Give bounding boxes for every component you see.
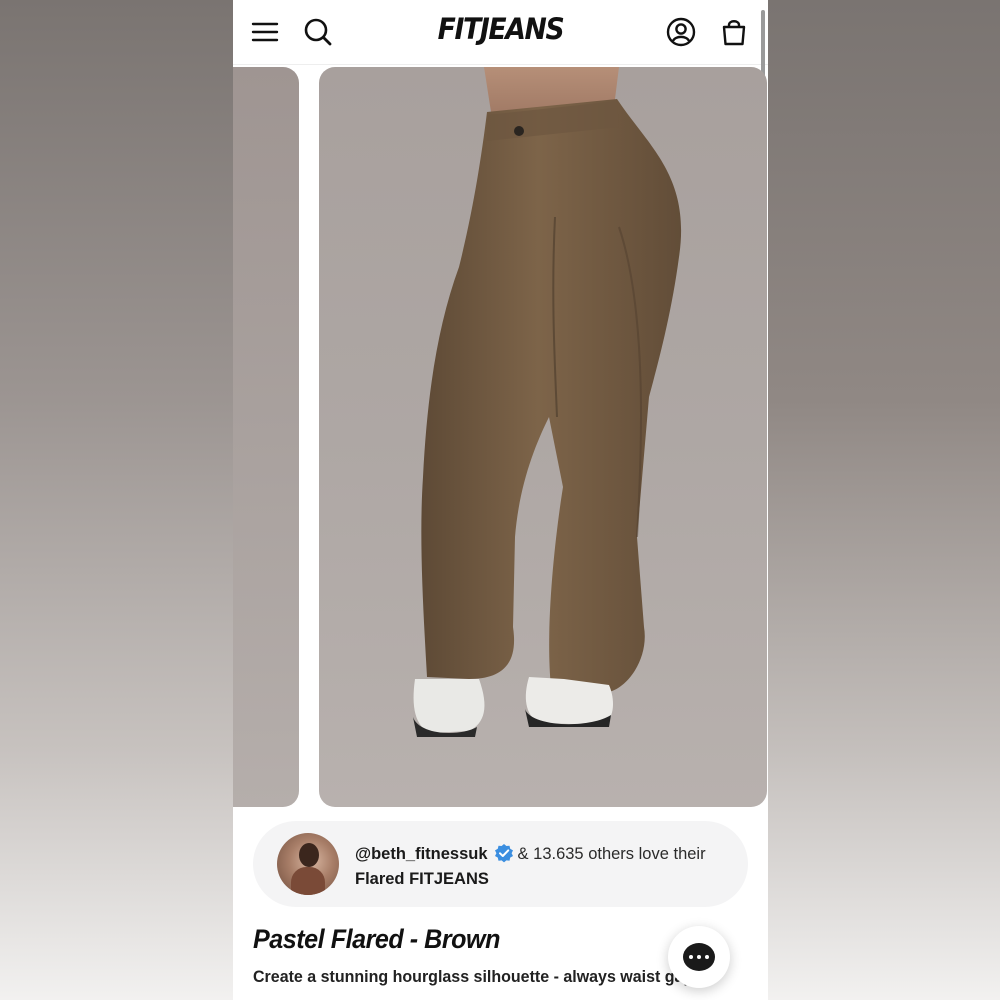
verified-badge-icon: [494, 843, 514, 869]
chat-button[interactable]: [668, 926, 730, 988]
chat-icon: [683, 943, 715, 971]
social-proof-text: @beth_fitnessuk & 13.635 others love thei…: [355, 843, 735, 890]
gallery-main-image[interactable]: [319, 67, 767, 807]
backdrop-left: [0, 0, 233, 1000]
avatar[interactable]: [277, 833, 339, 895]
love-count-text: & 13.635 others love their: [517, 845, 706, 863]
influencer-handle[interactable]: @beth_fitnessuk: [355, 845, 488, 863]
product-subtitle: Create a stunning hourglass silhouette -…: [253, 968, 709, 986]
social-proof-banner[interactable]: @beth_fitnessuk & 13.635 others love thei…: [253, 821, 748, 907]
gallery-previous-slide[interactable]: [233, 67, 299, 807]
cart-icon[interactable]: [716, 14, 752, 50]
account-icon[interactable]: [663, 14, 699, 50]
site-header: FITJEANS: [233, 0, 768, 65]
product-title: Pastel Flared - Brown: [253, 924, 500, 954]
backdrop-right: [768, 0, 1000, 1000]
mobile-page: FITJEANS @beth_fitnessuk & 13.635 others…: [233, 0, 768, 1000]
product-line-text: Flared FITJEANS: [355, 870, 489, 888]
